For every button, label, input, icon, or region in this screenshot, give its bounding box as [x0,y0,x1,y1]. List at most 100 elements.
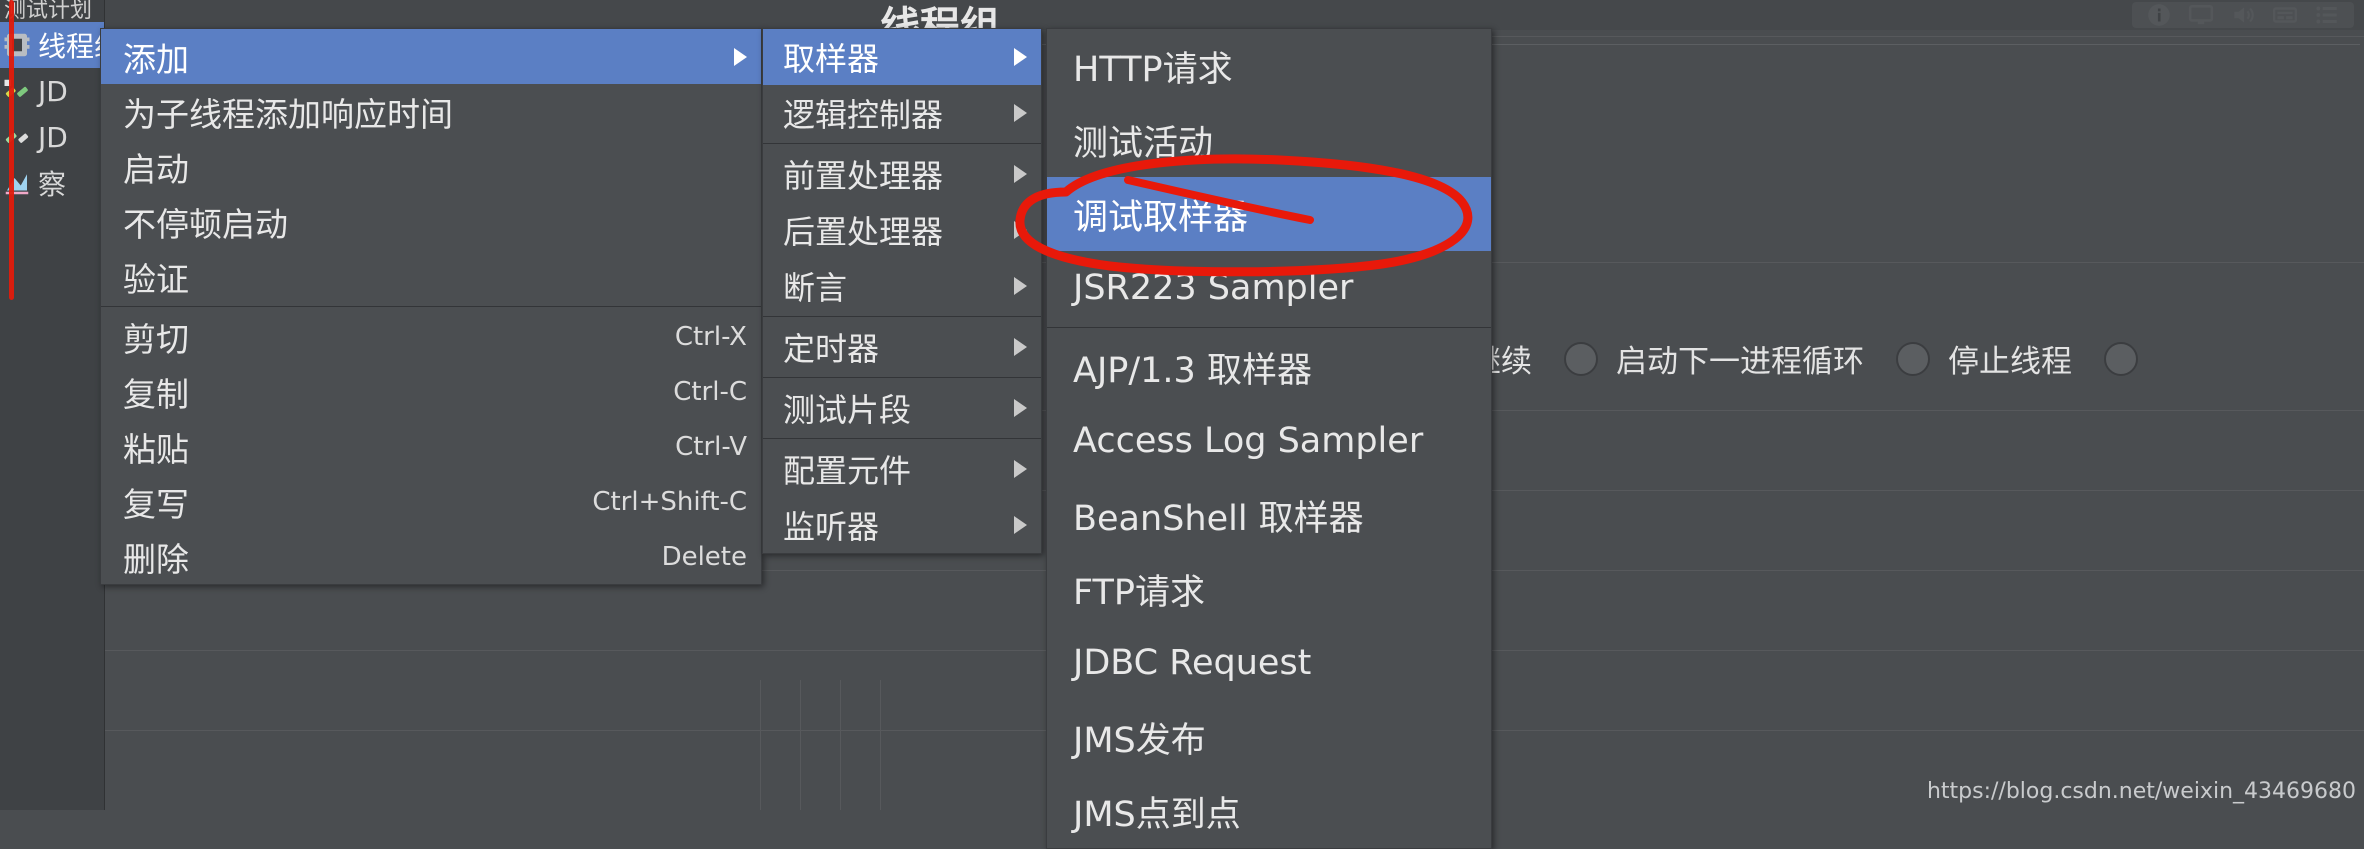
test-plan-tree[interactable]: 测试计划 线程组 JD JD 察 [0,0,105,810]
radio-stop-thread-label: 停止线程 [1948,344,2072,380]
chevron-right-icon [1014,104,1027,122]
menu-item-label: 粘贴 [123,429,189,469]
menu-item-accelerator: Ctrl-V [675,431,747,462]
menu-item-ftp-request[interactable]: FTP请求 [1047,552,1491,626]
menu-item-test-action[interactable]: 测试活动 [1047,103,1491,177]
menu-item-label: 监听器 [783,508,880,546]
menu-item-label: 复写 [123,484,189,524]
jdbc-request-icon [2,121,32,153]
menu-item-http-request[interactable]: HTTP请求 [1047,29,1491,103]
keyboard-icon[interactable] [2272,2,2298,28]
on-sample-error-row: 继续 启动下一进程循环 停止线程 [1470,336,2138,381]
panel-divider [1480,36,2364,37]
menu-item-start[interactable]: 启动 [101,139,761,194]
list-icon[interactable] [2314,2,2340,28]
radio-start-next-loop[interactable] [1564,341,1598,376]
chevron-right-icon [1014,277,1027,295]
menu-item-label: FTP请求 [1073,572,1206,613]
panel-divider [840,680,841,810]
menu-item-label: 删除 [123,539,189,579]
menu-item-test-fragment[interactable]: 测试片段 [763,380,1041,436]
panel-divider [880,680,881,810]
menu-item-add-think-times[interactable]: 为子线程添加响应时间 [101,84,761,139]
menu-item-label: JSR223 Sampler [1073,268,1354,308]
radio-stop-thread[interactable] [1896,341,1930,376]
menu-item-pre-processor[interactable]: 前置处理器 [763,146,1041,202]
menu-item-label: JDBC Request [1073,643,1312,683]
menu-item-post-processor[interactable]: 后置处理器 [763,202,1041,258]
menu-item-jsr223-sampler[interactable]: JSR223 Sampler [1047,251,1491,325]
chevron-right-icon [734,47,747,66]
menu-item-config-element[interactable]: 配置元件 [763,441,1041,497]
tree-item-label: JD [38,74,68,108]
chevron-right-icon [1014,48,1027,66]
menu-separator [763,377,1041,378]
menu-item-label: HTTP请求 [1073,49,1233,90]
display-icon[interactable] [2188,2,2214,28]
chevron-right-icon [1014,221,1027,239]
menu-item-timer[interactable]: 定时器 [763,319,1041,375]
menu-item-logic-controller[interactable]: 逻辑控制器 [763,85,1041,141]
view-results-tree-icon [2,167,32,199]
chevron-right-icon [1014,399,1027,417]
menu-separator [763,143,1041,144]
menu-item-jdbc-request[interactable]: JDBC Request [1047,626,1491,700]
menu-item-accelerator: Delete [661,541,747,572]
menu-item-listener[interactable]: 监听器 [763,497,1041,553]
tree-item-label: JD [38,120,68,154]
tree-item-view-results-tree[interactable]: 察 [0,160,104,206]
add-submenu[interactable]: 取样器 逻辑控制器 前置处理器 后置处理器 断言 定时器 测试片段 配置元件 监… [762,28,1042,554]
menu-item-label: 前置处理器 [783,157,944,195]
menu-item-cut[interactable]: 剪切 Ctrl-X [101,309,761,364]
menu-item-label: 复制 [123,374,189,414]
tree-root-label: 测试计划 [4,0,93,22]
menu-item-jms-publisher[interactable]: JMS发布 [1047,700,1491,774]
menu-item-label: 配置元件 [783,452,912,490]
chevron-right-icon [1014,516,1027,534]
menu-item-jms-point-to-point[interactable]: JMS点到点 [1047,774,1491,848]
panel-divider [800,680,801,810]
volume-icon[interactable] [2230,2,2256,28]
menu-item-label: 定时器 [783,330,880,368]
menu-item-assertion[interactable]: 断言 [763,258,1041,314]
menu-item-validate[interactable]: 验证 [101,249,761,304]
red-ink-line [9,0,14,300]
menu-item-copy[interactable]: 复制 Ctrl-C [101,364,761,419]
menu-item-access-log-sampler[interactable]: Access Log Sampler [1047,404,1491,478]
panel-divider [760,680,761,810]
radio-stop-test[interactable] [2104,341,2138,376]
menu-item-label: 调试取样器 [1073,197,1249,238]
menu-item-label: JMS发布 [1073,720,1206,761]
tree-item-label: 线程组 [38,30,104,63]
menu-separator [1047,327,1491,328]
menu-item-label: 测试片段 [783,391,912,429]
menu-item-label: 启动 [123,149,189,189]
menu-item-start-no-pauses[interactable]: 不停顿启动 [101,194,761,249]
menu-item-label: 为子线程添加响应时间 [123,94,453,134]
menu-item-label: 不停顿启动 [123,204,288,244]
menu-item-duplicate[interactable]: 复写 Ctrl+Shift-C [101,474,761,529]
menu-item-beanshell-sampler[interactable]: BeanShell 取样器 [1047,478,1491,552]
menu-item-ajp-sampler[interactable]: AJP/1.3 取样器 [1047,330,1491,404]
menu-item-label: 逻辑控制器 [783,96,944,134]
thread-group-context-menu[interactable]: 添加 为子线程添加响应时间 启动 不停顿启动 验证 剪切 Ctrl-X 复制 C… [100,28,762,585]
menu-item-add[interactable]: 添加 [101,29,761,84]
menu-item-label: BeanShell 取样器 [1073,498,1364,539]
menu-item-label: 取样器 [783,40,880,78]
tree-item-jdbc-connection[interactable]: JD [0,68,104,114]
sampler-submenu[interactable]: HTTP请求 测试活动 调试取样器 JSR223 Sampler AJP/1.3… [1046,28,1492,849]
menu-separator [763,438,1041,439]
tree-item-jdbc-request[interactable]: JD [0,114,104,160]
menu-item-label: 测试活动 [1073,123,1214,164]
menu-item-paste[interactable]: 粘贴 Ctrl-V [101,419,761,474]
menu-item-accelerator: Ctrl-X [674,321,747,352]
menu-item-remove[interactable]: 删除 Delete [101,529,761,584]
info-icon[interactable] [2146,2,2172,28]
system-tray[interactable] [2132,2,2354,28]
menu-item-label: 断言 [783,269,848,307]
menu-item-accelerator: Ctrl-C [673,376,747,407]
menu-item-debug-sampler[interactable]: 调试取样器 [1047,177,1491,251]
menu-item-sampler[interactable]: 取样器 [763,29,1041,85]
tree-item-thread-group[interactable]: 线程组 [0,22,104,68]
chevron-right-icon [1014,165,1027,183]
